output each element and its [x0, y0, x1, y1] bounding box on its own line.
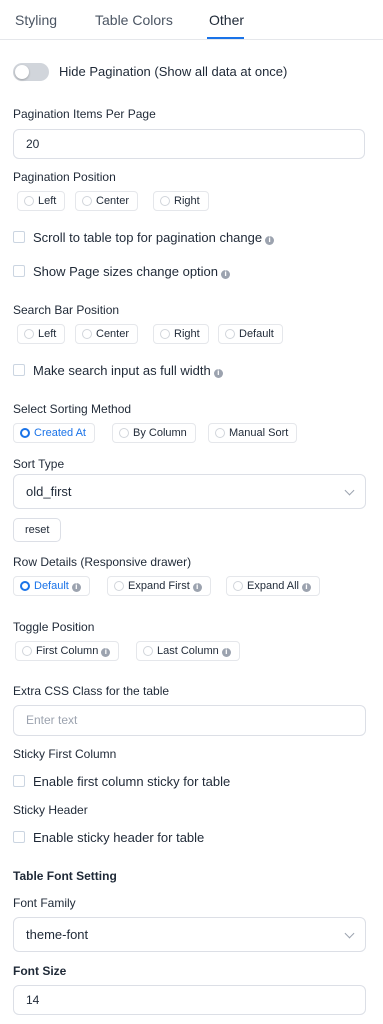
radio-label: Expand All — [247, 580, 299, 592]
pagination-position-left[interactable]: Left — [17, 191, 66, 211]
radio-dot-selected — [20, 428, 30, 438]
radio-dot — [119, 428, 129, 438]
info-icon: i — [101, 648, 111, 657]
search-position-center[interactable]: Center — [75, 324, 139, 344]
pagination-position-center[interactable]: Center — [75, 191, 139, 211]
sticky-first-column-checkbox[interactable] — [13, 775, 25, 787]
sticky-first-column-checkbox-label: Enable first column sticky for table — [33, 774, 231, 789]
radio-label: Created At — [34, 427, 86, 439]
active-tab-indicator — [207, 37, 244, 39]
sorting-method-manual[interactable]: Manual Sort — [208, 423, 298, 443]
sort-type-label: Sort Type — [13, 457, 65, 471]
hide-pagination-label: Hide Pagination (Show all data at once) — [59, 64, 288, 79]
radio-dot — [24, 196, 34, 206]
search-full-width-label: Make search input as full width — [33, 363, 211, 378]
radio-label: By Column — [133, 427, 187, 439]
radio-dot-selected — [20, 581, 30, 591]
radio-dot — [233, 581, 243, 591]
info-icon: i — [265, 236, 275, 245]
font-size-input[interactable]: 14 — [13, 985, 366, 1015]
radio-dot — [82, 196, 92, 206]
font-family-label: Font Family — [13, 896, 76, 910]
radio-label: Manual Sort — [229, 427, 289, 439]
pagination-position-label: Pagination Position — [13, 170, 116, 184]
info-icon: i — [71, 583, 81, 592]
radio-label: Right — [174, 195, 200, 207]
radio-label: Expand First — [128, 580, 190, 592]
extra-css-label: Extra CSS Class for the table — [13, 684, 170, 698]
toggle-position-first-column[interactable]: First Column i — [15, 641, 120, 661]
radio-dot — [143, 646, 153, 656]
search-position-default[interactable]: Default — [218, 324, 283, 344]
reset-button[interactable]: reset — [13, 518, 62, 542]
radio-label: Center — [96, 195, 130, 207]
sticky-header-checkbox[interactable] — [13, 831, 25, 843]
sticky-header-label: Sticky Header — [13, 803, 88, 817]
radio-label: Center — [96, 328, 130, 340]
search-full-width-checkbox[interactable] — [13, 364, 25, 376]
page-sizes-checkbox[interactable] — [13, 265, 25, 277]
info-icon: i — [301, 583, 311, 592]
radio-label: Default — [239, 328, 274, 340]
radio-dot — [22, 646, 32, 656]
sort-type-select[interactable]: old_first — [13, 474, 366, 509]
radio-dot — [24, 329, 34, 339]
font-family-select[interactable]: theme-font — [13, 917, 366, 952]
search-position-label: Search Bar Position — [13, 303, 120, 317]
row-details-label: Row Details (Responsive drawer) — [13, 555, 192, 569]
row-details-expand-first[interactable]: Expand First i — [107, 576, 211, 596]
sorting-method-created-at[interactable]: Created At — [13, 423, 95, 443]
tab-styling[interactable]: Styling — [15, 12, 57, 28]
pagination-position-right[interactable]: Right — [153, 191, 209, 211]
radio-dot — [215, 428, 225, 438]
info-icon: i — [213, 369, 223, 378]
sticky-first-column-row[interactable]: Enable first column sticky for table — [13, 774, 230, 790]
chevron-down-icon — [344, 485, 355, 496]
items-per-page-label: Pagination Items Per Page — [13, 107, 156, 121]
info-icon: i — [221, 270, 231, 279]
radio-label: Last Column — [157, 645, 219, 657]
radio-label: First Column — [36, 645, 99, 657]
radio-dot — [82, 329, 92, 339]
sort-type-value: old_first — [26, 484, 72, 499]
sticky-header-checkbox-label: Enable sticky header for table — [33, 830, 205, 845]
search-position-left[interactable]: Left — [17, 324, 66, 344]
search-full-width-row[interactable]: Make search input as full width i — [13, 363, 223, 379]
search-position-right[interactable]: Right — [153, 324, 209, 344]
sticky-header-row[interactable]: Enable sticky header for table — [13, 830, 204, 846]
font-settings-heading: Table Font Setting — [13, 869, 117, 883]
page-sizes-label: Show Page sizes change option — [33, 264, 219, 279]
radio-dot — [225, 329, 235, 339]
scroll-top-checkbox-row[interactable]: Scroll to table top for pagination chang… — [13, 230, 275, 246]
sticky-first-column-label: Sticky First Column — [13, 747, 117, 761]
tab-table-colors[interactable]: Table Colors — [95, 12, 173, 28]
sorting-method-by-column[interactable]: By Column — [112, 423, 196, 443]
font-family-value: theme-font — [26, 927, 89, 942]
radio-dot — [160, 329, 170, 339]
radio-label: Left — [38, 195, 57, 207]
hide-pagination-toggle[interactable] — [13, 63, 49, 81]
page-sizes-checkbox-row[interactable]: Show Page sizes change option i — [13, 264, 231, 280]
extra-css-input[interactable]: Enter text — [13, 705, 366, 736]
info-icon: i — [221, 648, 231, 657]
tab-other[interactable]: Other — [209, 12, 244, 28]
chevron-down-icon — [344, 928, 355, 939]
radio-label: Left — [38, 328, 57, 340]
scroll-top-checkbox[interactable] — [13, 231, 25, 243]
toggle-knob — [15, 65, 29, 79]
toggle-position-last-column[interactable]: Last Column i — [136, 641, 240, 661]
scroll-top-label: Scroll to table top for pagination chang… — [33, 230, 263, 245]
row-details-default[interactable]: Default i — [13, 576, 90, 596]
radio-label: Default — [34, 580, 69, 592]
radio-dot — [114, 581, 124, 591]
radio-label: Right — [174, 328, 200, 340]
items-per-page-input[interactable]: 20 — [13, 129, 365, 159]
font-size-label: Font Size — [13, 964, 67, 978]
row-details-expand-all[interactable]: Expand All i — [226, 576, 320, 596]
info-icon: i — [192, 583, 202, 592]
tab-bar: Styling Table Colors Other — [0, 0, 383, 40]
radio-dot — [160, 196, 170, 206]
sorting-method-label: Select Sorting Method — [13, 402, 132, 416]
toggle-position-label: Toggle Position — [13, 620, 95, 634]
